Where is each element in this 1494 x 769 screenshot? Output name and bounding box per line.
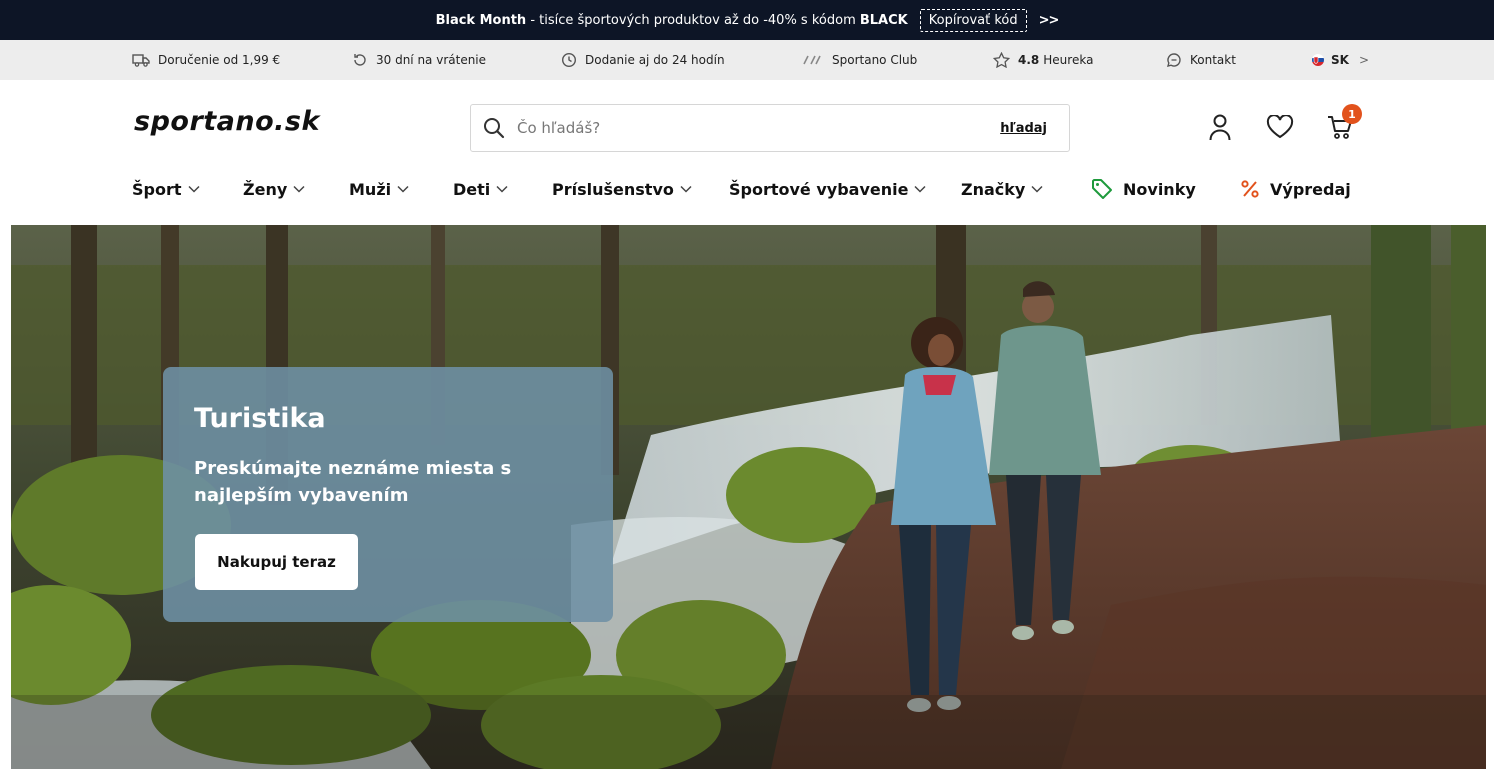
benefit-shipping-time[interactable]: Dodanie aj do 24 hodín: [561, 40, 725, 80]
chevron-down-icon: [293, 185, 305, 193]
benefit-returns[interactable]: 30 dní na vrátenie: [352, 40, 486, 80]
chevron-down-icon: [1031, 185, 1043, 193]
chat-icon: [1167, 53, 1181, 67]
benefits-bar: Doručenie od 1,99 € 30 dní na vrátenie D…: [0, 40, 1494, 80]
shop-now-button[interactable]: Nakupuj teraz: [195, 534, 358, 590]
country-code: SK: [1331, 53, 1349, 67]
benefit-contact[interactable]: Kontakt: [1166, 40, 1236, 80]
nav-brands[interactable]: Značky: [961, 177, 1043, 201]
chevron-down-icon: [680, 185, 692, 193]
search-icon: [484, 118, 505, 139]
nav-sport[interactable]: Šport: [132, 177, 200, 201]
nav-kids-label: Deti: [453, 179, 491, 199]
nav-kids[interactable]: Deti: [453, 177, 508, 201]
hero-title: Turistika: [194, 403, 326, 434]
benefit-club[interactable]: Sportano Club: [802, 40, 917, 80]
nav-women[interactable]: Ženy: [243, 177, 305, 201]
account-button[interactable]: [1205, 112, 1235, 142]
nav-new[interactable]: Novinky: [1091, 177, 1196, 201]
promo-text: - tisíce športových produktov až do -40%…: [526, 12, 860, 28]
chevron-down-icon: [496, 185, 508, 193]
nav-accessories-label: Príslušenstvo: [552, 179, 674, 199]
chevron-down-icon: [397, 185, 409, 193]
sportano-club-logo-icon: [803, 55, 821, 65]
nav-equipment[interactable]: Športové vybavenie: [729, 177, 926, 201]
benefit-delivery-label: Doručenie od 1,99 €: [158, 53, 281, 67]
heart-icon: [1266, 115, 1294, 139]
user-icon: [1209, 114, 1231, 141]
rating-value: 4.8: [1018, 53, 1040, 67]
nav-sport-label: Šport: [132, 179, 182, 199]
benefit-club-label: Sportano Club: [832, 53, 918, 67]
hero-subtitle: Preskúmajte neznáme miesta s najlepším v…: [194, 458, 512, 506]
promo-bar: Black Month - tisíce športových produkto…: [0, 0, 1494, 40]
slovakia-flag-icon: [1312, 54, 1324, 66]
nav-new-label: Novinky: [1123, 179, 1196, 199]
cart-count-badge: 1: [1342, 104, 1362, 124]
benefit-delivery[interactable]: Doručenie od 1,99 €: [132, 40, 280, 80]
site-logo[interactable]: sportano.sk: [134, 106, 320, 137]
benefit-returns-label: 30 dní na vrátenie: [376, 53, 487, 67]
country-selector[interactable]: SK >: [1311, 40, 1369, 80]
nav-accessories[interactable]: Príslušenstvo: [552, 177, 692, 201]
nav-brands-label: Značky: [961, 179, 1026, 199]
search-bar: hľadaj: [470, 104, 1070, 152]
tag-icon: [1092, 179, 1112, 199]
copy-code-button[interactable]: Kopírovať kód: [919, 8, 1027, 32]
chevron-down-icon: [914, 185, 926, 193]
nav-men[interactable]: Muži: [349, 177, 409, 201]
chevron-down-icon: [187, 185, 200, 193]
benefit-rating[interactable]: 4.8 Heureka: [993, 40, 1093, 80]
search-input[interactable]: [517, 113, 1001, 143]
nav-men-label: Muži: [349, 179, 392, 199]
percent-icon: [1241, 180, 1259, 198]
star-icon: [993, 52, 1010, 68]
promo-bold-lead: Black Month: [435, 12, 527, 28]
rating-source: Heureka: [1043, 53, 1094, 67]
benefit-contact-label: Kontakt: [1190, 53, 1236, 67]
hero-promo-panel: Turistika Preskúmajte neznáme miesta s n…: [163, 367, 613, 622]
return-icon: [354, 54, 366, 66]
promo-code: BLACK: [859, 12, 908, 28]
clock-icon: [561, 52, 577, 68]
benefit-shipping-time-label: Dodanie aj do 24 hodín: [585, 53, 725, 67]
nav-sale-label: Výpredaj: [1270, 179, 1351, 199]
nav-sale[interactable]: Výpredaj: [1240, 177, 1351, 201]
nav-equipment-label: Športové vybavenie: [729, 179, 909, 199]
chevron-right-icon: >: [1358, 53, 1370, 67]
promo-next-arrow[interactable]: >>: [1039, 13, 1060, 28]
wishlist-button[interactable]: [1265, 112, 1295, 142]
truck-icon: [132, 54, 150, 67]
nav-women-label: Ženy: [243, 179, 288, 199]
search-button[interactable]: hľadaj: [1000, 121, 1047, 136]
